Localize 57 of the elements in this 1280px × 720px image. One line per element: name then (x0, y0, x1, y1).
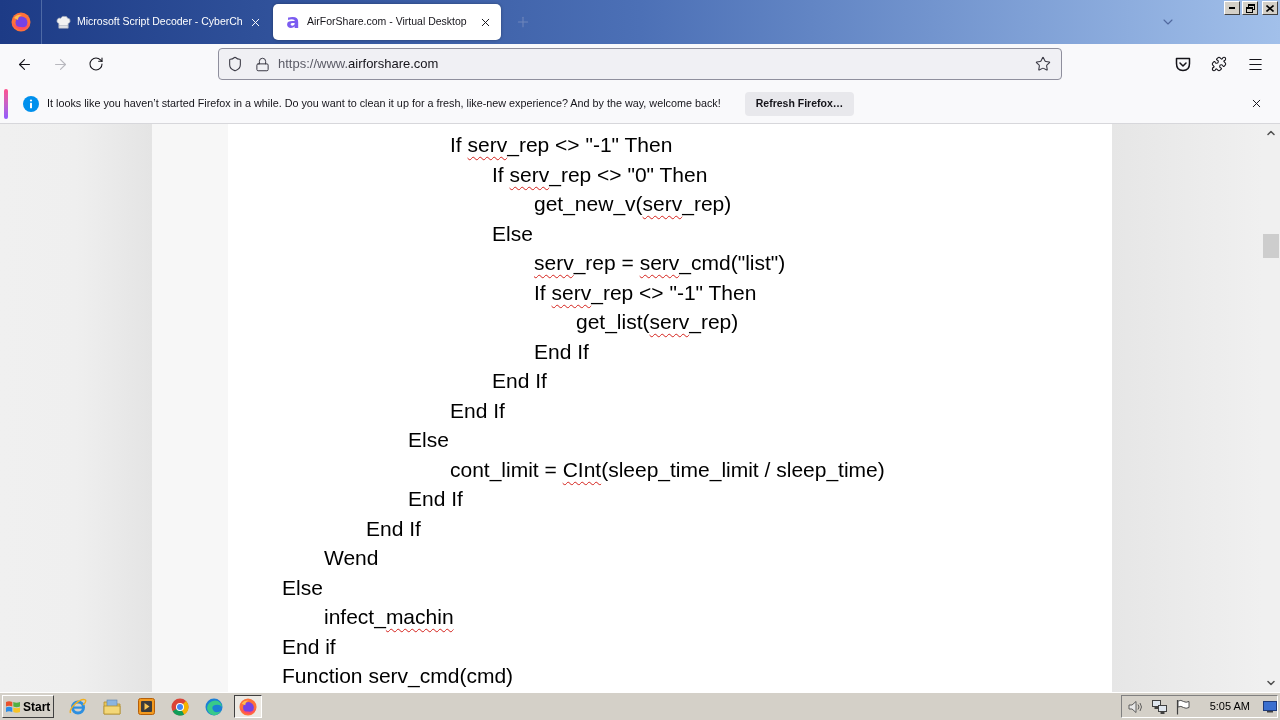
code-line: End If (492, 368, 547, 394)
lock-icon (255, 56, 270, 72)
clock[interactable]: 5:05 AM (1209, 698, 1250, 715)
code-line: get_new_v(serv_rep) (534, 191, 732, 218)
notification-message: It looks like you haven’t started Firefox in a while. Do you want to clean it up for a fresh, like-new experience? And by the way, welcome back! (47, 96, 721, 112)
puzzle-icon (1211, 56, 1227, 72)
folder-icon (103, 698, 121, 715)
flag-icon[interactable] (1175, 698, 1190, 715)
taskbar-app-button[interactable] (234, 695, 262, 718)
close-icon (1266, 4, 1274, 12)
code-line: If serv_rep <> "-1" Then (534, 279, 757, 307)
code-line: If serv_rep <> "-1" Then (450, 132, 673, 159)
start-button[interactable]: Start (2, 695, 54, 718)
code-line: get_list(serv_rep) (576, 309, 739, 336)
plus-icon (515, 14, 531, 30)
code-line: Function serv_cmd(cmd) (282, 663, 514, 690)
fox-globe-icon (239, 697, 257, 716)
code-line: If serv_rep <> "0" Then (492, 161, 708, 189)
code-line: cont_limit = CInt(sleep_time_limit / sleep_time) (450, 456, 885, 484)
four-pane-flag-icon (5, 699, 21, 714)
segmented-circle-icon (171, 697, 189, 716)
info-icon (23, 95, 39, 112)
close-window-button[interactable] (1262, 1, 1278, 15)
scrollbar-thumb[interactable] (1263, 234, 1279, 258)
e-orbit-icon (69, 697, 87, 716)
code-line: Else (282, 574, 323, 601)
chef-hat-icon (56, 14, 71, 30)
refresh-firefox-button[interactable]: Refresh Firefox… (744, 91, 855, 116)
network-icon[interactable] (1151, 698, 1168, 715)
address-bar[interactable]: https://www.airforshare.com (218, 48, 1062, 80)
code-line: End if (282, 633, 336, 660)
accent-stripe (4, 88, 8, 119)
favicon-letter-icon: a (285, 13, 301, 31)
browser-tab[interactable]: a AirForShare.com - Virtual Desktop (273, 4, 501, 40)
code-line: serv_rep = serv_cmd("list") (534, 250, 786, 277)
code-line: End If (366, 515, 421, 542)
restore-button[interactable] (1242, 1, 1258, 15)
play-tile-icon (137, 698, 155, 715)
code-line: Wend (324, 545, 379, 571)
code-line: End If (450, 397, 505, 424)
code-line: End If (534, 338, 589, 365)
star-icon (1035, 56, 1051, 72)
code-line: Else (492, 220, 533, 247)
code-line: Else (408, 427, 449, 453)
show-desktop-icon[interactable] (1263, 700, 1277, 713)
shield-icon (227, 56, 243, 72)
pocket-icon (1175, 56, 1191, 72)
browser-tab[interactable]: Microsoft Script Decoder - CyberCh (44, 4, 271, 40)
minimize-button[interactable] (1224, 1, 1240, 15)
restore-icon (1245, 3, 1255, 13)
fox-globe-icon (10, 12, 31, 32)
code-line: End If (408, 486, 463, 512)
url-text: https://www.airforshare.com (278, 55, 439, 74)
code-line: infect_machin (324, 604, 454, 631)
speaker-icon[interactable] (1127, 699, 1144, 714)
swirl-icon (205, 697, 223, 716)
minimize-icon (1229, 7, 1235, 9)
